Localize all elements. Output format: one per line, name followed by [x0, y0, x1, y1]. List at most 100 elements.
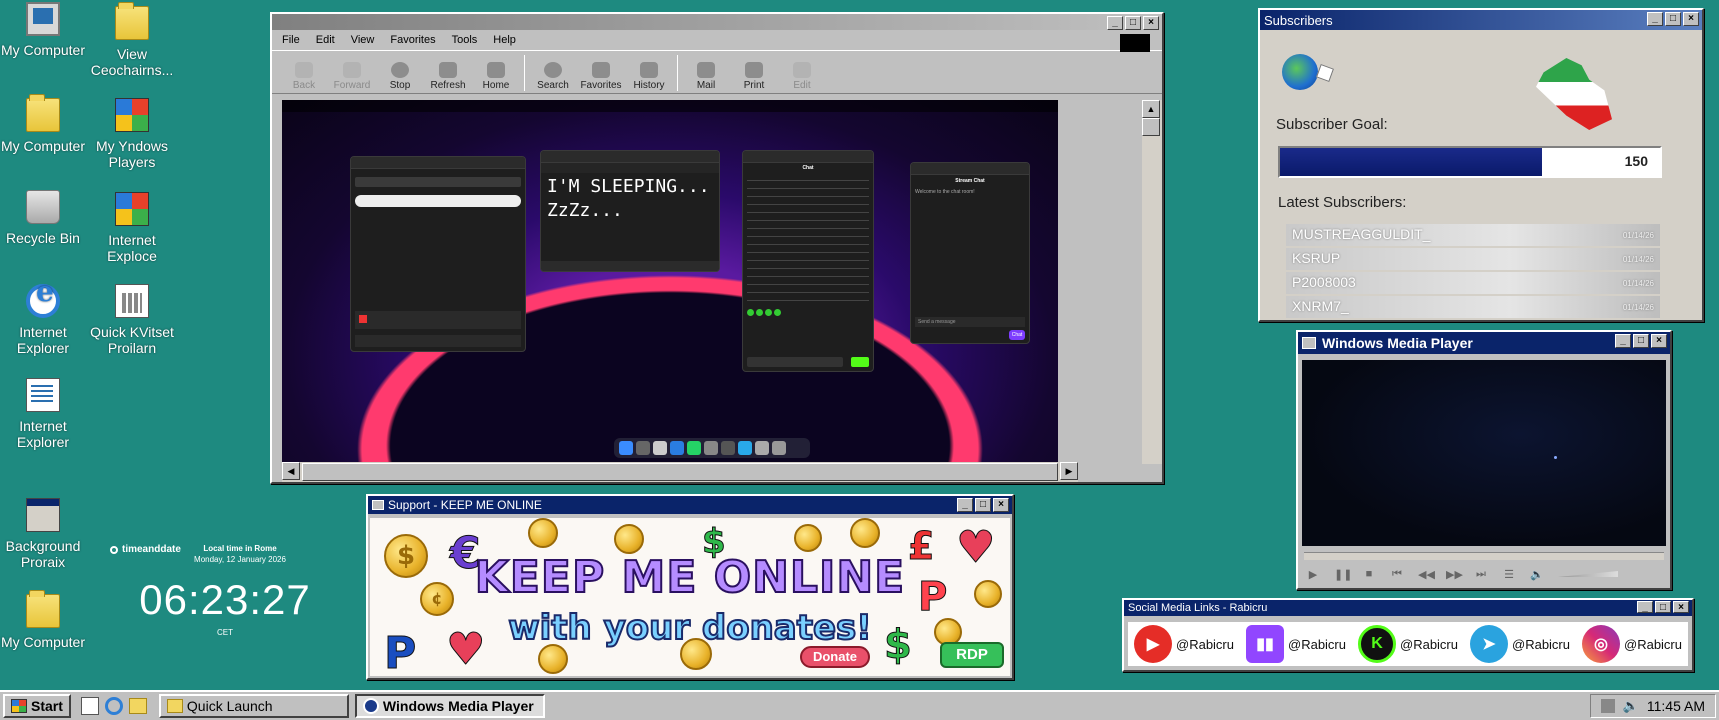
paper-icon: [1316, 64, 1334, 82]
twitch-icon: ▮▮: [1246, 625, 1284, 663]
stop-button[interactable]: Stop: [376, 62, 424, 91]
next-icon[interactable]: ⏭: [1474, 568, 1488, 580]
taskbar: Start Quick Launch Windows Media Player …: [0, 690, 1719, 720]
close-button[interactable]: ×: [993, 498, 1009, 512]
forward-button[interactable]: Forward: [328, 62, 376, 91]
menu-tools[interactable]: Tools: [452, 34, 478, 46]
telegram-link[interactable]: ➤ @Rabicru: [1470, 625, 1570, 663]
close-button[interactable]: ×: [1673, 601, 1689, 613]
quick-launch-icons: [80, 697, 147, 715]
home-button[interactable]: Home: [472, 62, 520, 91]
minimize-button[interactable]: _: [1637, 601, 1653, 613]
edit-button[interactable]: Edit: [778, 62, 826, 91]
taskbar-windows-media-player[interactable]: Windows Media Player: [354, 694, 545, 718]
mac-menubar: [282, 100, 1058, 112]
maximize-button[interactable]: □: [1633, 334, 1649, 348]
minimize-button[interactable]: _: [1647, 12, 1663, 26]
desktop-icon-background[interactable]: Background Proraix: [0, 498, 91, 570]
desktop-icon-internet-exploce[interactable]: Internet Exploce: [84, 192, 180, 264]
chat-input[interactable]: [747, 357, 843, 367]
stream-chat-button[interactable]: Chat: [1009, 330, 1025, 340]
desktop-icon-internet-explorer[interactable]: Internet Explorer: [0, 284, 91, 356]
favorites-button[interactable]: Favorites: [577, 62, 625, 91]
stop-icon[interactable]: ■: [1362, 568, 1376, 580]
scroll-left-icon[interactable]: ◀: [282, 462, 300, 480]
scroll-up-icon[interactable]: ▲: [1142, 100, 1160, 118]
network-icon[interactable]: [1600, 699, 1615, 713]
minimize-button[interactable]: _: [1107, 16, 1123, 30]
maximize-button[interactable]: □: [1655, 601, 1671, 613]
close-button[interactable]: ×: [1651, 334, 1667, 348]
chat-send-button[interactable]: [851, 357, 869, 367]
media-controls: ▶ ❚❚ ■ ⏮ ◀◀ ▶▶ ⏭ ☰ 🔈: [1306, 568, 1666, 581]
support-headline: KEEP ME ONLINE: [474, 551, 906, 604]
desktop-icon-my-computer[interactable]: My Computer: [0, 2, 91, 58]
desktop-icon-view[interactable]: View Ceochairns...: [84, 2, 180, 78]
rdp-button[interactable]: RDP: [940, 642, 1004, 668]
minimize-button[interactable]: _: [957, 498, 973, 512]
seek-bar[interactable]: [1304, 552, 1664, 560]
pause-icon[interactable]: ❚❚: [1334, 568, 1352, 581]
menu-help[interactable]: Help: [493, 34, 516, 46]
subscriber-goal-bar: 150: [1278, 146, 1662, 178]
social-links-window: Social Media Links - Rabicru _ □ × ▶ @Ra…: [1122, 598, 1694, 672]
maximize-button[interactable]: □: [1665, 12, 1681, 26]
subscribers-window: Subscribers _ □ × Subscriber Goal: 150 L…: [1258, 8, 1704, 322]
donate-button[interactable]: Donate: [800, 646, 870, 668]
desktop-icon-players[interactable]: My Yndows Players: [84, 98, 180, 170]
send-message-input[interactable]: Send a message: [915, 317, 1025, 327]
document-icon: [26, 378, 60, 412]
play-icon[interactable]: ▶: [1306, 568, 1320, 581]
instagram-icon: ◎: [1582, 625, 1620, 663]
print-button[interactable]: Print: [730, 62, 778, 91]
folder-icon[interactable]: [128, 698, 147, 714]
browser-vertical-scrollbar[interactable]: ▲: [1142, 100, 1162, 464]
alert-icon: [359, 315, 367, 323]
volume-icon[interactable]: 🔈: [1623, 698, 1639, 714]
menu-favorites[interactable]: Favorites: [390, 34, 435, 46]
maximize-button[interactable]: □: [975, 498, 991, 512]
playlist-icon[interactable]: ☰: [1502, 568, 1516, 581]
previous-icon[interactable]: ⏮: [1390, 568, 1404, 580]
menu-view[interactable]: View: [351, 34, 375, 46]
scroll-right-icon[interactable]: ▶: [1060, 462, 1078, 480]
media-player-window: Windows Media Player _ □ × ▶ ❚❚ ■ ⏮ ◀◀ ▶…: [1296, 330, 1672, 590]
volume-icon[interactable]: 🔈: [1530, 568, 1544, 581]
start-button[interactable]: Start: [3, 694, 71, 718]
menu-file[interactable]: File: [282, 34, 300, 46]
desktop-icon-internet-explorer-2[interactable]: Internet Explorer: [0, 378, 91, 450]
close-button[interactable]: ×: [1683, 12, 1699, 26]
kick-link[interactable]: K @Rabicru: [1358, 625, 1458, 663]
volume-slider[interactable]: [1558, 571, 1618, 577]
desktop-icon-my-computer-2[interactable]: My Computer: [0, 94, 91, 154]
mail-button[interactable]: Mail: [682, 62, 730, 91]
instagram-link[interactable]: ◎ @Rabicru: [1582, 625, 1682, 663]
history-button[interactable]: History: [625, 62, 673, 91]
scroll-thumb[interactable]: [1142, 118, 1160, 136]
taskbar-quick-launch[interactable]: Quick Launch: [158, 694, 349, 718]
back-button[interactable]: Back: [280, 62, 328, 91]
notepad-icon[interactable]: [80, 697, 99, 715]
desktop-icon-recycle-bin[interactable]: Recycle Bin: [0, 190, 91, 246]
close-button[interactable]: ×: [1143, 16, 1159, 30]
menu-edit[interactable]: Edit: [316, 34, 335, 46]
maximize-button[interactable]: □: [1125, 16, 1141, 30]
stop-icon: [391, 62, 409, 78]
notepad-window: I'M SLEEPING... ZzZz...: [540, 150, 720, 272]
twitch-link[interactable]: ▮▮ @Rabicru: [1246, 625, 1346, 663]
search-button[interactable]: Search: [529, 62, 577, 91]
desktop-icon-quick-kvitset[interactable]: Quick KVitset Proilarn: [84, 284, 180, 356]
coin-icon: [528, 518, 558, 548]
fast-forward-icon[interactable]: ▶▶: [1446, 568, 1463, 581]
desktop-icon-my-computer-3[interactable]: My Computer: [0, 590, 91, 650]
internet-explorer-icon[interactable]: [104, 697, 123, 715]
horizontal-scroll-thumb[interactable]: [302, 463, 1058, 481]
timeanddate-logo-icon: [110, 545, 118, 554]
rewind-icon[interactable]: ◀◀: [1418, 568, 1435, 581]
clock-time: 06:23:27: [139, 576, 311, 623]
youtube-link[interactable]: ▶ @Rabicru: [1134, 625, 1234, 663]
refresh-button[interactable]: Refresh: [424, 62, 472, 91]
video-area[interactable]: [1302, 360, 1666, 546]
minimize-button[interactable]: _: [1615, 334, 1631, 348]
browser-horizontal-scrollbar[interactable]: ◀ ▶: [282, 462, 1078, 482]
